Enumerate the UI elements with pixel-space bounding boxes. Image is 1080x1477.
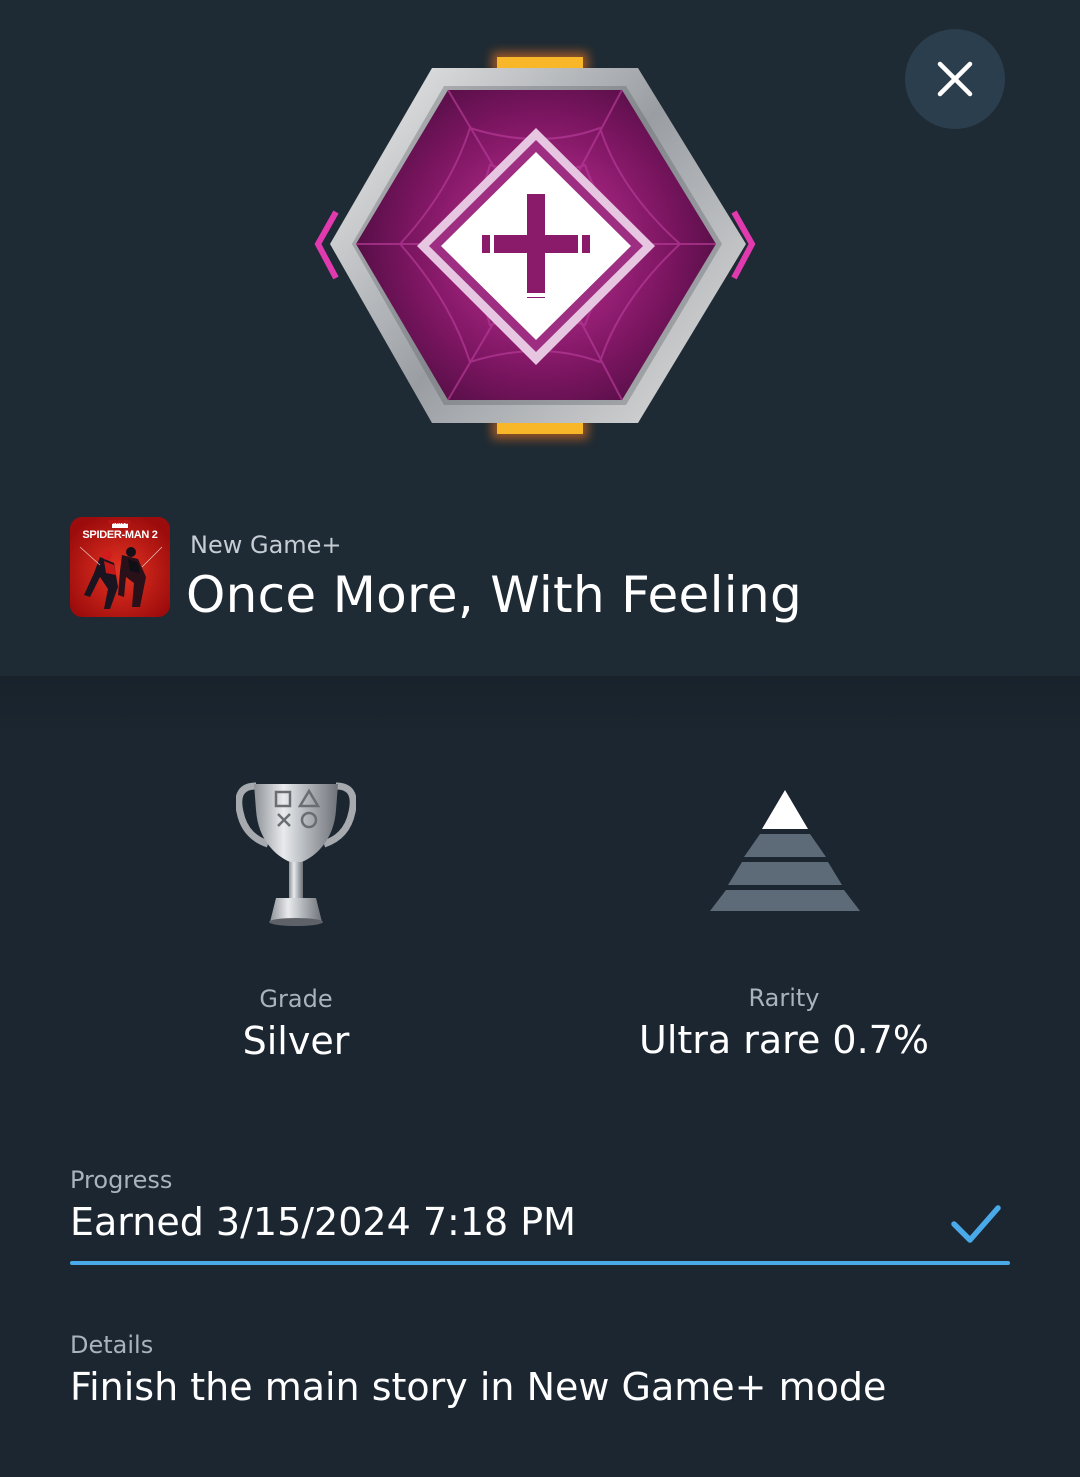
grade-value: Silver — [242, 1019, 350, 1063]
details-text: Finish the main story in New Game+ mode — [70, 1365, 887, 1409]
trophy-title: Once More, With Feeling — [186, 566, 803, 624]
checkmark-icon — [951, 1205, 1001, 1243]
trophy-artwork-icon — [314, 52, 756, 439]
grade-label: Grade — [259, 985, 333, 1013]
progress-value: Earned 3/15/2024 7:18 PM — [70, 1200, 576, 1244]
trophy-details-panel — [0, 676, 1080, 1477]
game-icon-title-text: SPIDER-MAN 2 — [82, 529, 158, 541]
progress-label: Progress — [70, 1166, 173, 1194]
silver-trophy-icon — [236, 782, 356, 926]
details-label: Details — [70, 1331, 154, 1359]
grade-stat: Grade Silver — [96, 985, 496, 1063]
rarity-value: Ultra rare 0.7% — [639, 1018, 929, 1062]
progress-bar — [70, 1261, 1010, 1265]
game-icon-publisher-text: MARVEL — [108, 520, 132, 526]
rarity-label: Rarity — [748, 984, 820, 1012]
rarity-stat: Rarity Ultra rare 0.7% — [584, 984, 984, 1062]
close-button[interactable] — [905, 29, 1005, 129]
close-icon — [937, 61, 973, 97]
game-icon[interactable]: MARVEL SPIDER-MAN 2 — [70, 517, 170, 617]
game-name: New Game+ — [190, 531, 342, 559]
progress-bar-fill — [70, 1261, 1010, 1265]
rarity-pyramid-icon — [710, 790, 860, 911]
